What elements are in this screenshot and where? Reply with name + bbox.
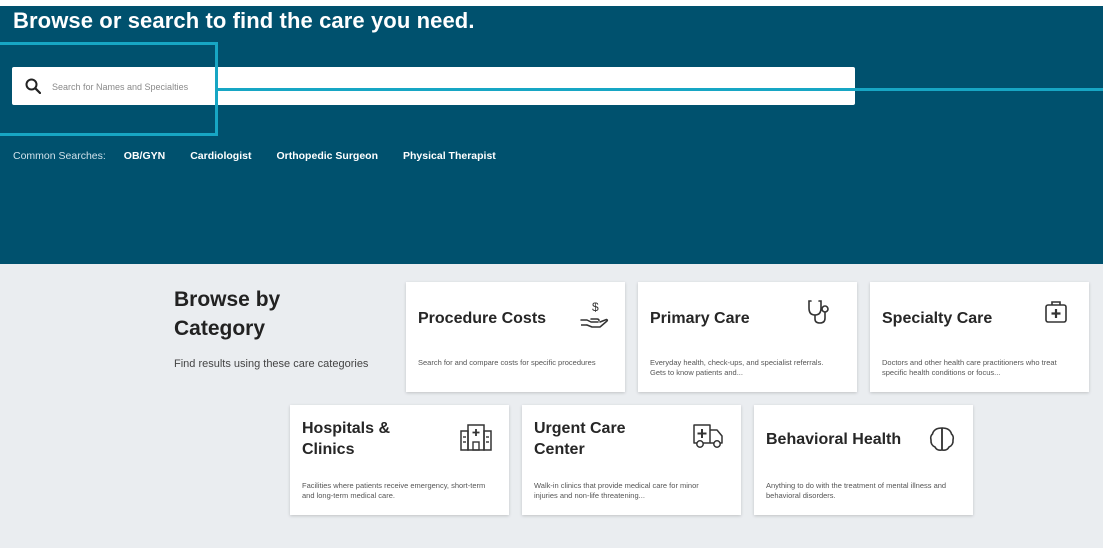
page-title: Browse or search to find the care you ne…	[13, 8, 475, 33]
card-description: Facilities where patients receive emerge…	[302, 481, 486, 500]
card-description: Doctors and other health care practition…	[882, 358, 1057, 377]
hand-dollar-icon: $	[580, 300, 609, 328]
common-search-cardiologist[interactable]: Cardiologist	[190, 150, 251, 162]
card-description: Walk-in clinics that provide medical car…	[534, 481, 699, 500]
common-searches-label: Common Searches:	[13, 150, 106, 162]
card-description: Search for and compare costs for specifi…	[418, 358, 596, 367]
medical-kit-icon	[1045, 301, 1067, 323]
ambulance-icon	[693, 424, 723, 448]
brain-icon	[929, 427, 955, 451]
card-title: Primary Care	[650, 310, 750, 327]
hospital-icon	[460, 424, 492, 451]
highlight-callout-line	[218, 88, 1103, 91]
card-title: Hospitals & Clinics	[302, 420, 391, 458]
highlight-callout-box	[0, 42, 218, 136]
svg-text:$: $	[592, 300, 599, 314]
common-search-obgyn[interactable]: OB/GYN	[124, 150, 165, 162]
browse-title: Browse by Category	[174, 288, 281, 340]
card-description: Anything to do with the treatment of men…	[766, 481, 947, 500]
card-description: Everyday health, check-ups, and speciali…	[650, 358, 824, 377]
card-title: Urgent Care Center	[534, 420, 626, 458]
card-title: Procedure Costs	[418, 310, 547, 327]
card-title: Behavioral Health	[766, 431, 902, 448]
category-card-hospitals-clinics[interactable]: Hospitals & Clinics Facilities where pat…	[290, 405, 509, 515]
category-card-procedure-costs[interactable]: Procedure Costs $ Search for and compare…	[406, 282, 625, 392]
common-search-orthopedic-surgeon[interactable]: Orthopedic Surgeon	[276, 150, 378, 162]
browse-subtitle: Find results using these care categories	[174, 358, 369, 370]
card-title: Specialty Care	[882, 310, 993, 327]
category-card-specialty-care[interactable]: Specialty Care Doctors and other health …	[870, 282, 1089, 392]
category-card-behavioral-health[interactable]: Behavioral Health Anything to do with th…	[754, 405, 973, 515]
stethoscope-icon	[808, 300, 829, 324]
common-searches: Common Searches: OB/GYN Cardiologist Ort…	[13, 149, 521, 163]
common-search-physical-therapist[interactable]: Physical Therapist	[403, 150, 496, 162]
category-card-urgent-care-center[interactable]: Urgent Care Center Walk-in clinics that …	[522, 405, 741, 515]
category-card-primary-care[interactable]: Primary Care Everyday health, check-ups,…	[638, 282, 857, 392]
